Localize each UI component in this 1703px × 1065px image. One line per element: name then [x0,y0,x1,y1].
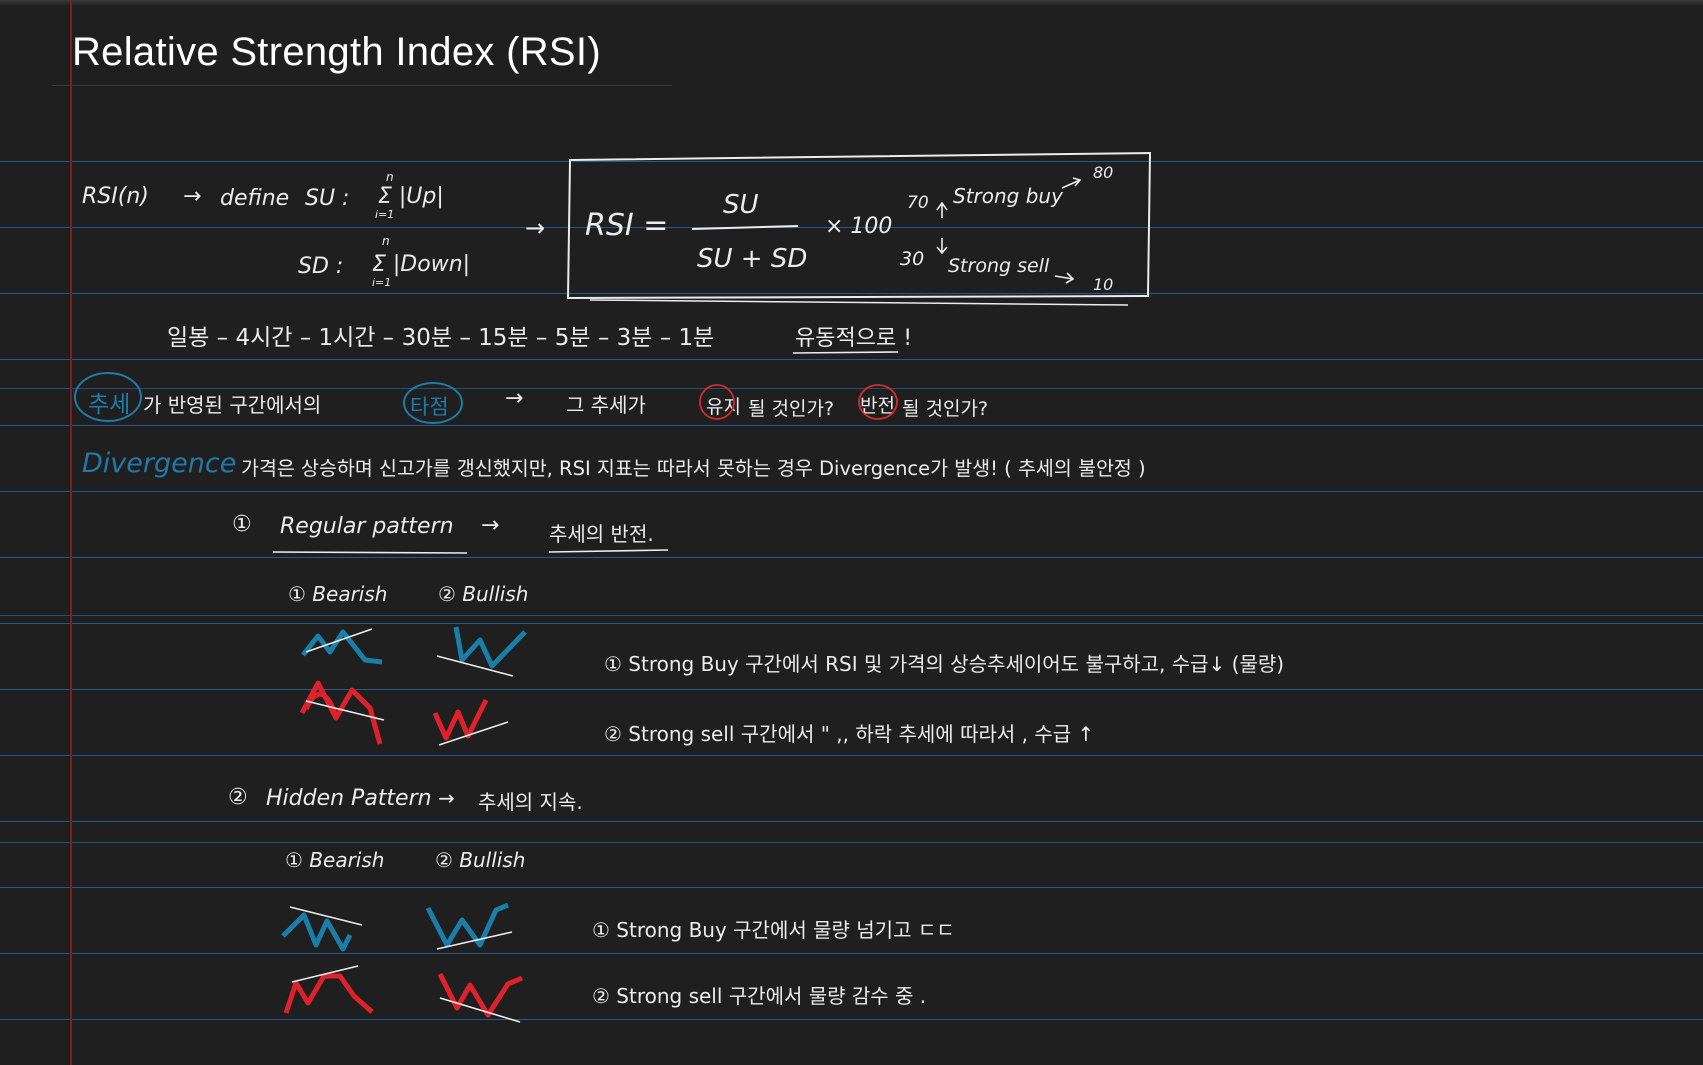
arrow-to-80 [1061,177,1082,189]
circle-trend [74,372,142,422]
ink-drawings [74,151,1152,1023]
arrow-to-10 [1054,272,1075,284]
regular-bullish-blue-line [453,626,527,669]
circle-reverse [858,384,898,420]
hidden-bullish-red-line [437,972,523,1018]
hidden-bearish-red-trend [291,965,359,983]
circle-maintain [699,384,735,420]
hidden-bullish-blue-line [425,902,509,948]
regular-title-underline [272,551,468,554]
up-arrow [936,201,948,218]
note-underline [792,351,899,354]
circle-entry [403,382,463,424]
formula-box [566,151,1152,300]
regular-bearish-blue-line [301,629,383,665]
regular-desc-underline [548,549,669,553]
down-arrow [936,238,948,255]
fraction-bar [691,225,799,230]
regular-bearish-red-line [299,680,383,745]
formula-box-underline [589,299,1129,306]
notebook-page: Relative Strength Index (RSI) RSI(n) → d… [0,0,1703,1065]
hidden-bearish-red-line [283,973,374,1014]
